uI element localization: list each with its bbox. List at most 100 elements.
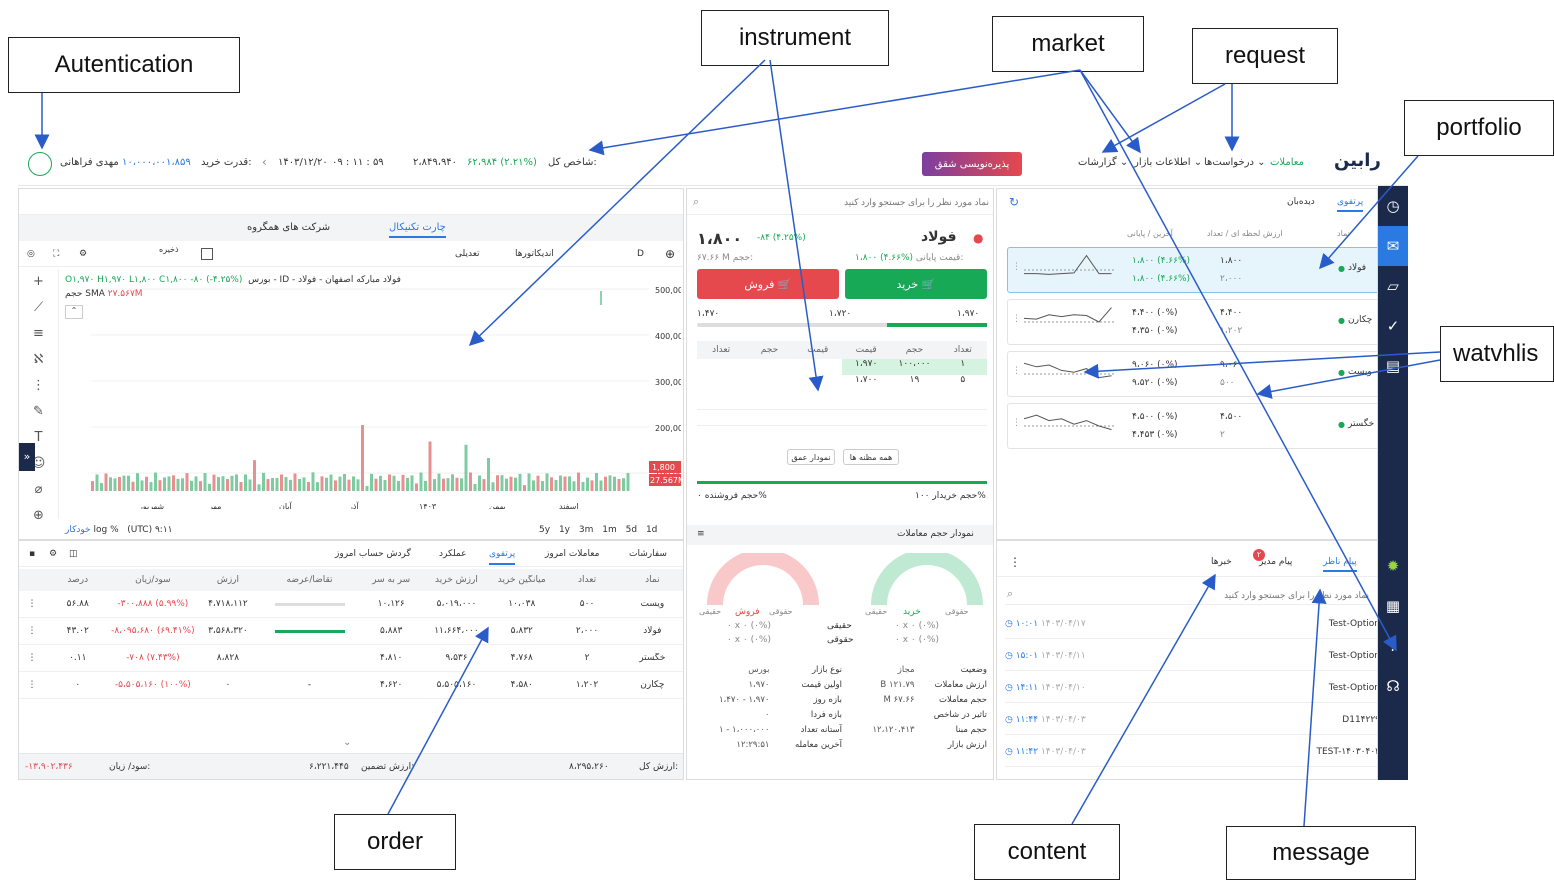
row-menu-icon[interactable]: ⋮ — [19, 680, 45, 690]
checkbox-icon[interactable] — [201, 248, 213, 260]
user-avatar-icon[interactable] — [28, 152, 52, 176]
message-row[interactable]: ◷ ۱۰:۰۱ ۱۴۰۳/۰۴/۱۷ Test-Option — [1005, 609, 1377, 639]
range-5d[interactable]: 5d — [626, 525, 637, 535]
watchlist-item[interactable]: ● ویست ۹،۰۶۰ (۰%) ۹،۵۲۰ (۰%) ۹،۰۶۰ ۵۰۰ ⋮ — [1007, 351, 1377, 397]
nav-trades[interactable]: معاملات — [1270, 157, 1304, 168]
scale-log[interactable]: log — [93, 525, 107, 535]
row-menu-icon[interactable]: ⋮ — [19, 653, 45, 663]
message-row[interactable]: ◷ ۱۴:۱۱ ۱۴۰۳/۰۴/۱۰ Test-Option — [1005, 673, 1377, 703]
volume-bar — [221, 476, 225, 491]
expand-tools-button[interactable]: » — [19, 443, 35, 471]
brush-icon[interactable]: ✎ — [19, 399, 58, 425]
row-menu-icon[interactable]: ⋮ — [19, 626, 45, 636]
zoom-icon[interactable]: ⊕ — [19, 503, 58, 529]
interval-select[interactable]: D — [637, 249, 644, 259]
adjusted-toggle[interactable]: تعدیلی — [455, 249, 480, 259]
message-row[interactable]: ◷ ۱۱:۴۲ ۱۴۰۳/۰۴/۰۳ TEST-۱۴۰۳۰۴۰۳ — [1005, 737, 1377, 767]
bid-row[interactable]: ۱،۹۷۰ ۱۰۰،۰۰۰ ۱ — [842, 359, 987, 375]
depth-chart-button[interactable]: نمودار عمق — [787, 449, 835, 465]
document-icon[interactable]: ▤ — [1378, 346, 1408, 386]
chart-icon[interactable]: ▱ — [1378, 266, 1408, 306]
tab-supervisor-message[interactable]: پیام ناظر — [1323, 557, 1357, 572]
help-icon[interactable]: ? — [1378, 626, 1408, 666]
search-icon[interactable]: ⌕ — [1007, 587, 1013, 601]
search-icon[interactable]: ⌕ — [693, 195, 699, 209]
price-range-slider[interactable] — [697, 323, 987, 327]
chevron-down-icon[interactable]: ⌄ — [343, 737, 351, 748]
gear-icon[interactable]: ⚙ — [49, 549, 57, 559]
watchlist-item[interactable]: ● فولاد ۱،۸۰۰ (۴.۶۶%) ۱،۸۰۰ (۴.۶۶%) ۱،۸۰۰ ۲،۰… — [1007, 247, 1377, 293]
volume-chart[interactable]: 500,000400,000300,000200,000100,000اسفند… — [61, 269, 681, 509]
tab-watchlist[interactable]: دیده‌بان — [1287, 197, 1315, 207]
tab-today-trades[interactable]: معاملات امروز — [545, 549, 599, 559]
range-5y[interactable]: 5y — [539, 525, 550, 535]
columns-icon[interactable]: ◫ — [69, 549, 78, 559]
row-menu-icon[interactable]: ⋮ — [1012, 262, 1021, 272]
scale-auto[interactable]: خودکار — [65, 525, 91, 535]
row-menu-icon[interactable]: ⋮ — [1012, 314, 1021, 324]
indicators-button[interactable]: اندیکاتورها — [515, 249, 554, 259]
nav-requests[interactable]: درخواست‌ها ⌄ — [1204, 157, 1266, 168]
tab-technical-chart[interactable]: چارت تکنیکال — [389, 222, 446, 238]
trendline-icon[interactable]: ⟋ — [19, 295, 58, 321]
check-icon[interactable]: ✓ — [1378, 306, 1408, 346]
range-1y[interactable]: 1y — [559, 525, 570, 535]
timezone[interactable]: (UTC) ۹:۱۱ — [127, 525, 172, 535]
range-1m[interactable]: 1m — [602, 525, 617, 535]
col-symbol: نماد — [645, 575, 660, 585]
table-row[interactable]: خگستر ۲ ۴،۷۶۸ ۹،۵۳۶ ۴،۸۱۰ ۸،۸۲۸ -۷۰۸ (۷.۴۳%) ۰.… — [19, 645, 683, 672]
fib-icon[interactable]: ≡ — [19, 321, 58, 347]
pattern-icon[interactable]: ℵ — [19, 347, 58, 373]
nav-reports[interactable]: گزارشات ⌄ — [1078, 157, 1128, 168]
range-3m[interactable]: 3m — [579, 525, 594, 535]
settings-icon[interactable]: ⚙ — [79, 249, 87, 259]
message-row[interactable]: ◷ ۱۱:۴۴ ۱۴۰۳/۰۴/۰۳ D11۴۲۲۹ — [1005, 705, 1377, 735]
user-name[interactable]: مهدی فراهانی — [60, 157, 119, 168]
sell-button[interactable]: فروش 🛒 — [697, 269, 839, 299]
range-1d[interactable]: 1d — [646, 525, 657, 535]
crosshair-icon[interactable]: + — [19, 269, 58, 295]
tab-news[interactable]: خبرها — [1211, 557, 1232, 567]
table-row[interactable]: چکارن ۱،۲۰۲ ۴،۵۸۰ ۵،۵۰۵،۱۶۰ ۴،۶۲۰ - ۰ -۵،۵۰۵،۱۶… — [19, 672, 683, 699]
support-icon[interactable]: ☊ — [1378, 666, 1408, 706]
row-menu-icon[interactable]: ⋮ — [19, 599, 45, 609]
message-row[interactable]: ◷ ۱۵:۰۱ ۱۴۰۳/۰۴/۱۱ Test-Option — [1005, 641, 1377, 671]
clock-icon[interactable]: ◷ — [1378, 186, 1408, 226]
layout-icon[interactable]: ▦ — [1378, 586, 1408, 626]
symbol-search-input[interactable] — [711, 194, 989, 210]
buy-button[interactable]: خرید 🛒 — [845, 269, 987, 299]
mail-icon[interactable]: ✉ — [1378, 226, 1408, 266]
tab-orders[interactable]: سفارشات — [629, 549, 667, 559]
tab-today-statement[interactable]: گردش حساب امروز — [335, 549, 411, 559]
folder-icon[interactable]: ▪ — [29, 549, 35, 559]
theme-icon[interactable]: ✹ — [1378, 546, 1408, 586]
row-menu-icon[interactable]: ⋮ — [1012, 366, 1021, 376]
menu-icon[interactable]: ≡ — [697, 529, 705, 539]
message-search-input[interactable] — [1025, 587, 1369, 603]
nav-market-info[interactable]: اطلاعات بازار ⌄ — [1134, 157, 1202, 168]
camera-icon[interactable]: ◎ — [27, 249, 35, 259]
tab-portfolio[interactable]: پرتفوی — [489, 549, 516, 565]
chevron-left-icon[interactable]: ‹ — [262, 155, 267, 169]
table-row[interactable]: ویست ۵۰۰ ۱۰،۰۳۸ ۵،۰۱۹،۰۰۰ ۱۰،۱۲۶ ۴،۷۱۸،۱۱۲ -۳۰… — [19, 591, 683, 618]
more-icon[interactable]: ⋮ — [1009, 555, 1021, 569]
watchlist-item[interactable]: ● خگستر ۴،۵۰۰ (۰%) ۴،۴۵۳ (۰%) ۴،۵۰۰ ۲ ⋮ — [1007, 403, 1377, 449]
tab-admin-message[interactable]: پیام مدیر — [1259, 557, 1292, 567]
save-button[interactable]: ذخیره — [159, 245, 179, 254]
tab-portfolio-watch[interactable]: پرتفوی — [1337, 197, 1364, 212]
fullscreen-icon[interactable]: ⛶ — [53, 249, 59, 259]
scale-percent[interactable]: % — [110, 525, 119, 535]
all-quotes-button[interactable]: همه مظنه ها — [843, 449, 899, 465]
promo-button[interactable]: پذیره‌نویسی شقق — [922, 152, 1022, 176]
add-icon[interactable]: ⊕ — [665, 247, 675, 261]
bid-row[interactable]: ۱،۷۰۰ ۱۹ ۵ — [842, 375, 987, 391]
ruler-icon[interactable]: ⌀ — [19, 477, 58, 503]
watchlist-item[interactable]: ● چکارن ۴،۴۰۰ (۰%) ۴،۳۵۰ (۰%) ۴،۴۰۰ ۱،۲۰۲ ⋮ — [1007, 299, 1377, 345]
tab-performance[interactable]: عملکرد — [439, 549, 467, 559]
row-menu-icon[interactable]: ⋮ — [1012, 418, 1021, 428]
tab-peer-companies[interactable]: شرکت های همگروه — [247, 222, 330, 233]
refresh-icon[interactable]: ↻ — [1009, 195, 1019, 209]
table-row[interactable]: فولاد ۲،۰۰۰ ۵،۸۳۲ ۱۱،۶۶۴،۰۰۰ ۵،۸۸۳ ۳،۵۶۸،۳۲۰ -… — [19, 618, 683, 645]
projection-icon[interactable]: ⋮ — [19, 373, 58, 399]
volume-bar — [203, 473, 207, 491]
